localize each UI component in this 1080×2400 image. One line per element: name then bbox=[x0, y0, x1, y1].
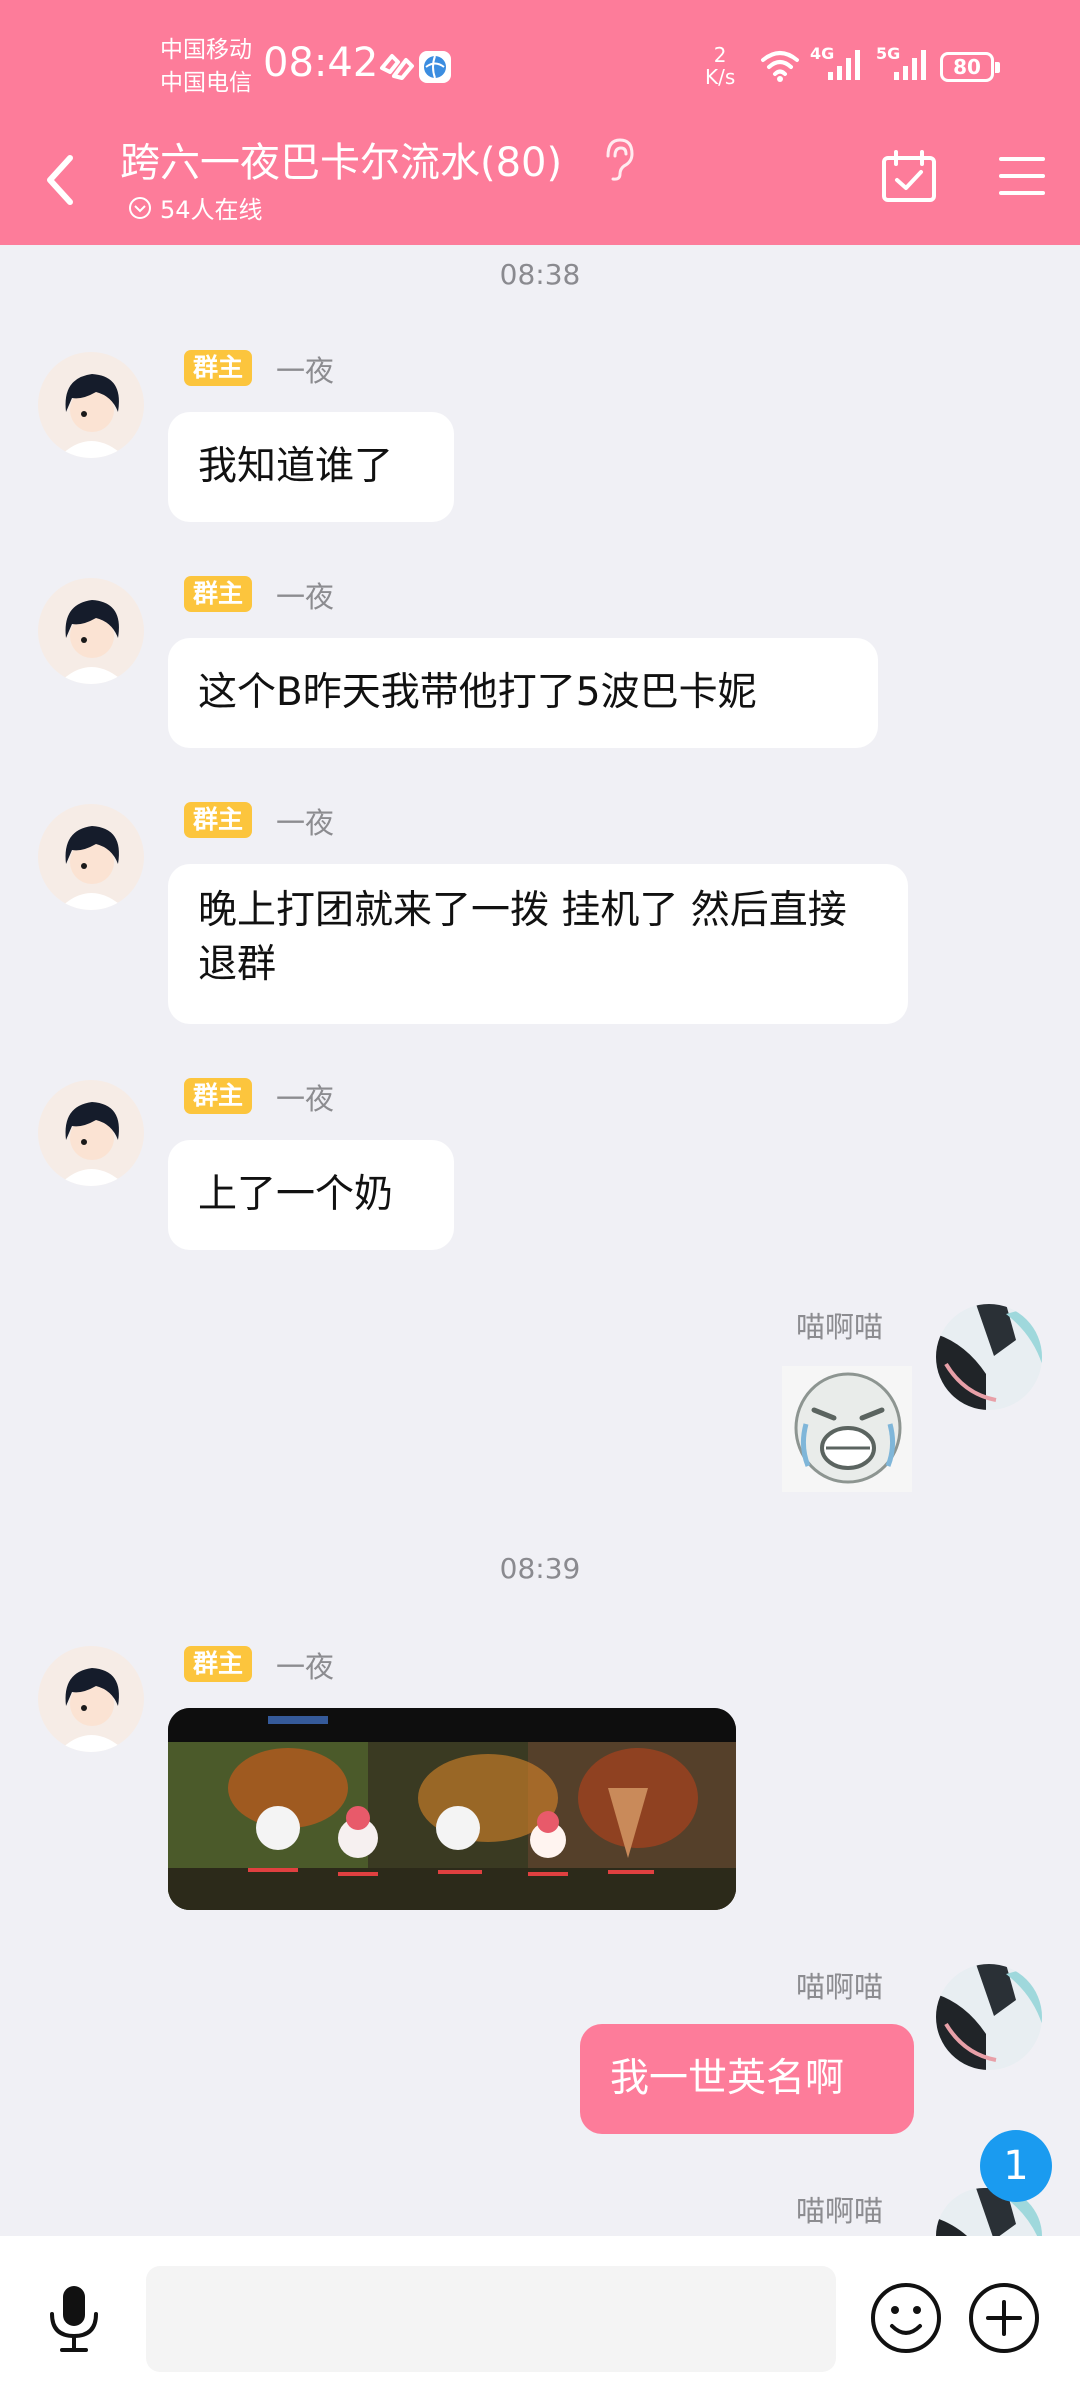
avatar[interactable] bbox=[936, 1964, 1042, 2070]
message-bubble[interactable]: 上了一个奶 bbox=[168, 1140, 454, 1250]
chevron-down-circle-icon bbox=[129, 196, 151, 219]
avatar[interactable] bbox=[38, 352, 144, 458]
sender-name: 一夜 bbox=[276, 580, 335, 614]
avatar[interactable] bbox=[38, 1646, 144, 1752]
status-bar: 中国移动 中国电信 08:42 2 K/s 4G 5G 80 bbox=[0, 0, 1080, 135]
carrier-1: 中国移动 bbox=[160, 37, 252, 63]
app-notification-icon bbox=[380, 54, 414, 80]
avatar[interactable] bbox=[38, 578, 144, 684]
message-bubble[interactable]: 晚上打团就来了一拨 挂机了 然后直接退群 bbox=[168, 864, 908, 1024]
network-speed: 2 K/s bbox=[705, 44, 735, 88]
wifi-icon bbox=[761, 51, 799, 82]
owner-badge: 群主 bbox=[184, 802, 253, 838]
sender-name: 喵啊喵 bbox=[796, 1970, 884, 2004]
owner-badge: 群主 bbox=[184, 1078, 253, 1114]
emoji-icon[interactable] bbox=[868, 2280, 944, 2356]
plus-icon[interactable] bbox=[966, 2280, 1042, 2356]
input-bar bbox=[0, 2236, 1080, 2400]
owner-badge: 群主 bbox=[184, 350, 253, 386]
online-count: 54人在线 bbox=[160, 196, 263, 224]
network-speed-unit: K/s bbox=[705, 65, 736, 89]
microphone-icon[interactable] bbox=[44, 2282, 104, 2354]
sender-name: 一夜 bbox=[276, 806, 335, 840]
carrier-2: 中国电信 bbox=[160, 70, 252, 96]
sender-name: 一夜 bbox=[276, 1650, 335, 1684]
signal-icon-1 bbox=[828, 50, 860, 80]
owner-badge: 群主 bbox=[184, 1646, 253, 1682]
carrier-info: 中国移动 中国电信 bbox=[160, 34, 252, 100]
avatar[interactable] bbox=[936, 1304, 1042, 1410]
game-screenshot-image[interactable] bbox=[168, 1708, 736, 1910]
signal-icon-2 bbox=[894, 50, 926, 80]
message-input[interactable] bbox=[146, 2266, 836, 2372]
back-button[interactable] bbox=[40, 150, 80, 210]
sender-name: 喵啊喵 bbox=[796, 1310, 884, 1344]
avatar[interactable] bbox=[38, 804, 144, 910]
time-separator: 08:38 bbox=[499, 258, 581, 291]
status-time: 08:42 bbox=[263, 40, 379, 86]
message-bubble[interactable]: 我一世英名啊 bbox=[580, 2024, 914, 2134]
sticker-image[interactable] bbox=[782, 1366, 912, 1492]
battery-indicator: 80 bbox=[940, 52, 1000, 82]
message-bubble[interactable]: 这个B昨天我带他打了5波巴卡妮 bbox=[168, 638, 878, 748]
avatar[interactable] bbox=[38, 1080, 144, 1186]
calendar-check-icon[interactable] bbox=[880, 150, 938, 204]
sender-name: 一夜 bbox=[276, 354, 335, 388]
online-status[interactable]: 54人在线 bbox=[128, 190, 263, 225]
sender-name: 喵啊喵 bbox=[796, 2194, 884, 2228]
app-notification-icon-2 bbox=[419, 51, 451, 83]
group-title[interactable]: 跨六一夜巴卡尔流水(80) bbox=[120, 130, 562, 188]
time-separator: 08:39 bbox=[499, 1552, 581, 1585]
ear-icon bbox=[606, 138, 634, 181]
sender-name: 一夜 bbox=[276, 1082, 335, 1116]
message-bubble[interactable]: 我知道谁了 bbox=[168, 412, 454, 522]
unread-count-badge[interactable]: 1 bbox=[980, 2130, 1052, 2202]
owner-badge: 群主 bbox=[184, 576, 253, 612]
app-header: 中国移动 中国电信 08:42 2 K/s 4G 5G 80 跨六一夜巴卡尔流水… bbox=[0, 0, 1080, 245]
network-speed-value: 2 bbox=[713, 43, 727, 67]
menu-icon[interactable] bbox=[998, 154, 1046, 198]
